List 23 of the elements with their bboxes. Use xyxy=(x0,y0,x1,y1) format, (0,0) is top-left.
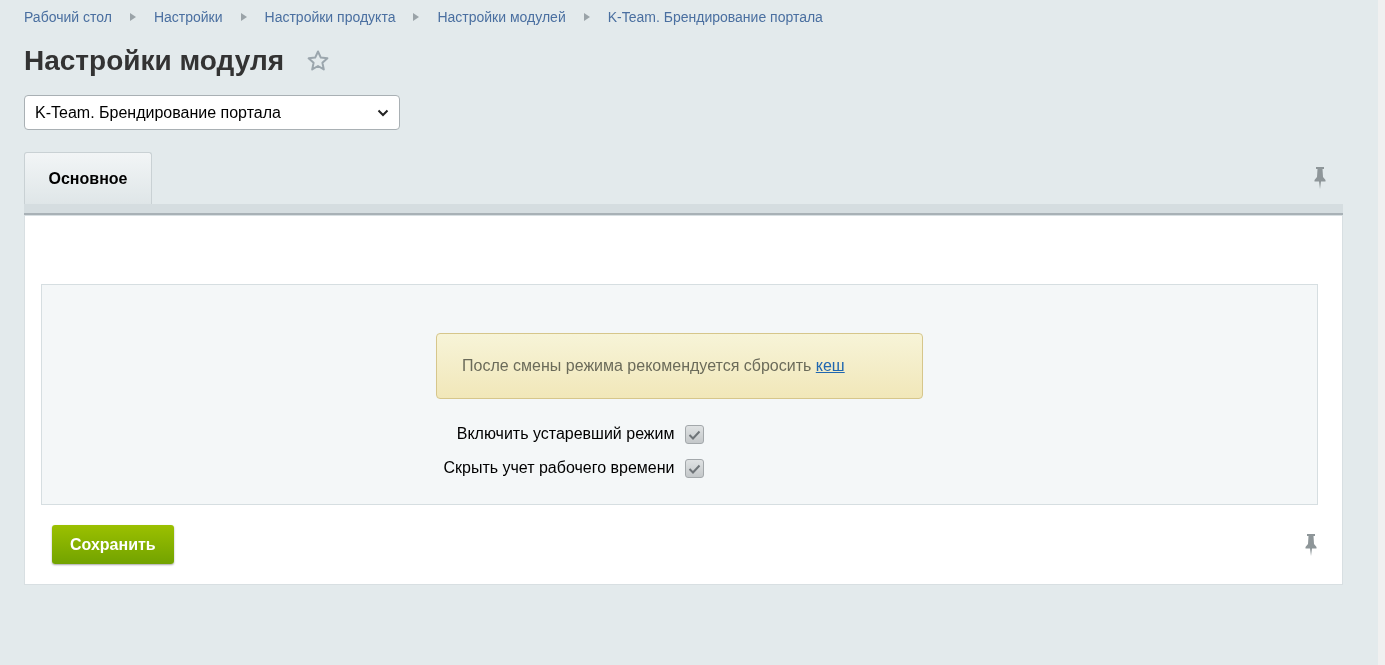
save-button[interactable]: Сохранить xyxy=(52,525,174,564)
breadcrumb-link[interactable]: Настройки продукта xyxy=(264,9,396,25)
checkbox[interactable] xyxy=(684,459,704,478)
chevron-down-icon xyxy=(377,108,389,117)
breadcrumb-link[interactable]: K-Team. Брендирование портала xyxy=(607,9,823,25)
notice-message: После смены режима рекомендуется сбросить кеш xyxy=(436,333,923,399)
breadcrumb-link[interactable]: Настройки xyxy=(153,9,223,25)
breadcrumb-arrow-icon xyxy=(240,13,247,21)
checkmark-icon xyxy=(687,463,701,474)
module-select[interactable]: K-Team. Брендирование портала xyxy=(24,95,400,130)
checkmark-icon xyxy=(687,429,701,440)
page-title: Настройки модуля xyxy=(24,45,285,77)
option-label: Скрыть учет рабочего времени xyxy=(443,459,675,478)
breadcrumb-arrow-icon xyxy=(129,13,136,21)
breadcrumb-link[interactable]: Рабочий стол xyxy=(24,9,112,25)
star-icon[interactable] xyxy=(306,49,331,73)
cache-link[interactable]: кеш xyxy=(815,357,845,374)
tab[interactable]: Основное xyxy=(24,152,152,204)
option-label: Включить устаревший режим xyxy=(456,425,675,444)
breadcrumb-link[interactable]: Настройки модулей xyxy=(437,9,566,25)
checkbox[interactable] xyxy=(684,425,704,444)
breadcrumb-arrow-icon xyxy=(413,13,420,21)
breadcrumb-arrow-icon xyxy=(583,13,590,21)
